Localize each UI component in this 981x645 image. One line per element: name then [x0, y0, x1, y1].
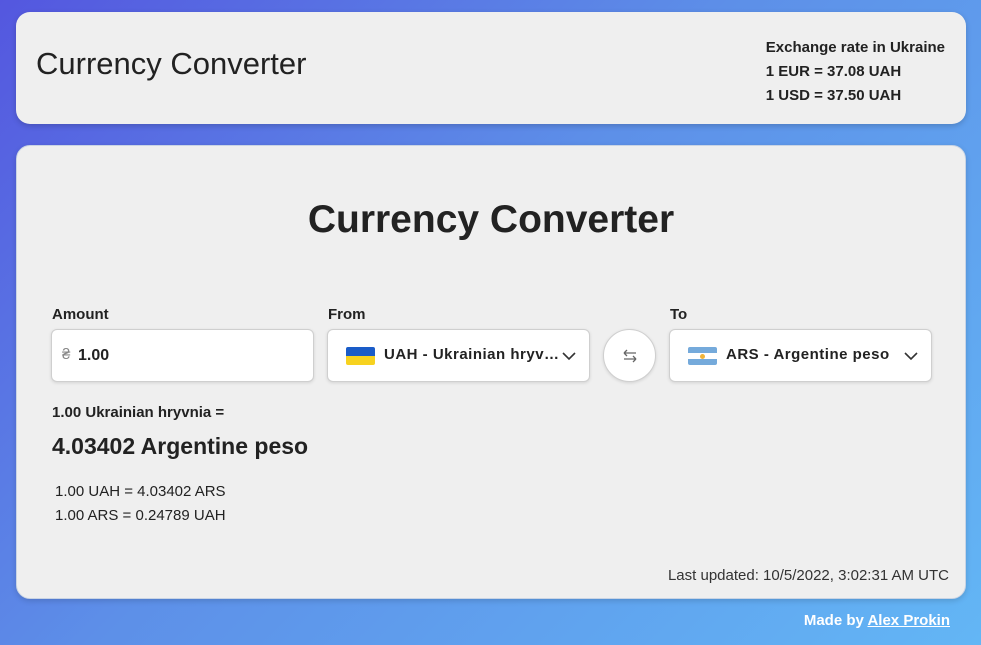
header-title: Currency Converter: [36, 46, 307, 81]
author-link[interactable]: Alex Prokin: [867, 612, 950, 629]
hryvnia-sign-icon: ₴: [62, 346, 71, 363]
amount-label: Amount: [52, 306, 109, 323]
footer: Made by Alex Prokin: [804, 612, 950, 629]
unit-rate-to: 1.00 ARS = 0.24789 UAH: [55, 507, 226, 524]
swap-icon: [623, 349, 637, 363]
result-value: 4.03402 Argentine peso: [52, 433, 309, 459]
rates-heading: Exchange rate in Ukraine: [765, 39, 945, 56]
from-currency-value: UAH - Ukrainian hryvnia: [384, 346, 562, 363]
chevron-down-icon: [904, 352, 918, 361]
unit-rate-from: 1.00 UAH = 4.03402 ARS: [55, 483, 226, 500]
rate-usd: 1 USD = 37.50 UAH: [765, 87, 902, 104]
to-currency-value: ARS - Argentine peso: [726, 346, 890, 363]
header-card: Currency Converter Exchange rate in Ukra…: [16, 12, 966, 124]
swap-button[interactable]: [603, 329, 656, 382]
last-updated: Last updated: 10/5/2022, 3:02:31 AM UTC: [667, 567, 949, 584]
flag-ua-icon: [346, 347, 375, 365]
rate-eur: 1 EUR = 37.08 UAH: [765, 63, 902, 80]
flag-ar-icon: [688, 347, 717, 365]
converter-title: Currency Converter: [307, 198, 675, 241]
made-by-text: Made by: [803, 612, 864, 629]
converter-card: Currency Converter Amount From To ₴ UAH …: [16, 145, 966, 599]
to-label: To: [670, 306, 688, 323]
to-currency-select[interactable]: ARS - Argentine peso: [669, 329, 932, 382]
result-label: 1.00 Ukrainian hryvnia =: [52, 404, 225, 421]
exchange-rates: Exchange rate in Ukraine 1 EUR = 37.08 U…: [766, 36, 945, 108]
chevron-down-icon: [562, 352, 576, 361]
amount-input[interactable]: [78, 340, 298, 372]
from-label: From: [328, 306, 366, 323]
from-currency-select[interactable]: UAH - Ukrainian hryvnia: [327, 329, 590, 382]
amount-field[interactable]: ₴: [51, 329, 314, 382]
